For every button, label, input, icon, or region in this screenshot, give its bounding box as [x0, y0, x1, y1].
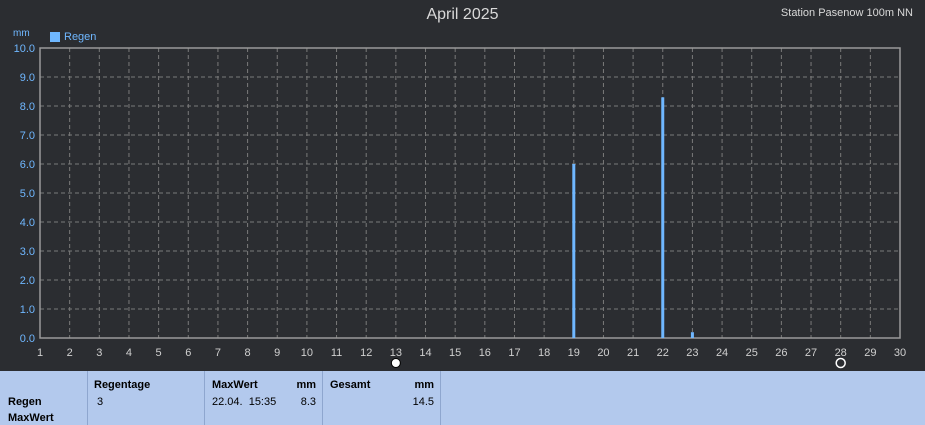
x-tick-label: 23 — [686, 347, 698, 359]
x-axis: 1 2 3 4 5 6 7 8 9 10 11 12 13 14 15 16 17 18 19 20 21 22 23 24 2… — [37, 347, 906, 359]
regentage-cell: Regentage 3 — [88, 371, 205, 425]
y-tick-label: 4.0 — [20, 217, 35, 229]
x-tick-label: 6 — [185, 347, 191, 359]
x-tick-label: 12 — [360, 347, 372, 359]
x-tick-label: 11 — [331, 347, 342, 359]
x-tick-label: 3 — [96, 347, 102, 359]
y-tick-label: 6.0 — [20, 159, 35, 171]
y-tick-label: 2.0 — [20, 275, 35, 287]
y-tick-label: 5.0 — [20, 188, 35, 200]
x-tick-label: 27 — [805, 347, 817, 359]
x-tick-label: 25 — [746, 347, 758, 359]
x-tick-label: 7 — [215, 347, 221, 359]
gesamt-unit: mm — [414, 379, 434, 391]
y-tick-label: 1.0 — [20, 304, 35, 316]
y-tick-label: 7.0 — [20, 130, 35, 142]
x-tick-label: 4 — [126, 347, 132, 359]
y-tick-label: 9.0 — [20, 72, 35, 84]
maxwert-time: 22.04. 15:35 — [212, 396, 277, 408]
x-tick-label: 30 — [894, 347, 906, 359]
x-tick-label: 16 — [479, 347, 491, 359]
maxwert-label: MaxWert — [212, 379, 258, 391]
regentage-label: Regentage — [94, 379, 151, 391]
x-tick-label: 1 — [37, 347, 43, 359]
x-tick-label: 28 — [835, 347, 847, 359]
summary-panel: Regen MaxWert Regentage 3 MaxWert mm 22.… — [0, 371, 925, 425]
y-axis-unit: mm — [13, 28, 30, 39]
x-tick-label: 21 — [627, 347, 639, 359]
full-moon-icon — [390, 358, 401, 368]
maxwert-value: 8.3 — [300, 396, 316, 408]
y-tick-label: 0.0 — [20, 333, 35, 345]
maxwert-unit: mm — [296, 379, 316, 391]
legend-swatch — [50, 32, 60, 42]
x-tick-label: 9 — [274, 347, 280, 359]
x-tick-label: 29 — [864, 347, 876, 359]
maxwert-cell: MaxWert mm 22.04. 15:35 8.3 — [205, 371, 323, 425]
row-label: Regen — [8, 396, 42, 408]
chart-legend[interactable]: Regen — [50, 31, 96, 43]
rain-chart: 0.01.02.03.04.05.06.07.08.09.010.0 12345… — [14, 43, 906, 369]
rain-bar — [661, 97, 665, 338]
x-tick-label: 20 — [597, 347, 609, 359]
gesamt-cell: Gesamt mm 14.5 — [323, 371, 441, 425]
rain-bar — [572, 164, 576, 338]
x-tick-label: 22 — [657, 347, 669, 359]
regentage-value: 3 — [97, 396, 104, 408]
station-label: Station Pasenow 100m NN — [780, 7, 913, 19]
summary-row-label-cell: Regen MaxWert — [0, 371, 88, 425]
x-tick-label: 18 — [538, 347, 550, 359]
new-moon-icon — [835, 357, 846, 369]
x-tick-label: 17 — [508, 347, 520, 359]
x-tick-label: 19 — [568, 347, 580, 359]
y-axis: 0.0 1.0 2.0 3.0 4.0 5.0 6.0 7.0 8.0 9.0 10.0 — [14, 43, 35, 345]
y-tick-label: 3.0 — [20, 246, 35, 258]
x-tick-label: 14 — [419, 347, 431, 359]
row-sublabel: MaxWert — [8, 412, 54, 424]
x-tick-label: 13 — [390, 347, 402, 359]
x-tick-label: 5 — [156, 347, 162, 359]
legend-label: Regen — [64, 31, 97, 43]
gesamt-value: 14.5 — [412, 396, 434, 408]
y-tick-label: 8.0 — [20, 101, 35, 113]
chart-grid — [40, 48, 900, 338]
x-tick-label: 24 — [716, 347, 728, 359]
moon-markers — [390, 357, 846, 369]
x-tick-label: 2 — [67, 347, 73, 359]
x-tick-label: 10 — [301, 347, 313, 359]
gesamt-label: Gesamt — [330, 379, 371, 391]
x-tick-label: 26 — [775, 347, 787, 359]
y-tick-label: 10.0 — [14, 43, 35, 55]
x-tick-label: 15 — [449, 347, 461, 359]
x-tick-label: 8 — [245, 347, 251, 359]
rain-bar — [690, 332, 694, 338]
